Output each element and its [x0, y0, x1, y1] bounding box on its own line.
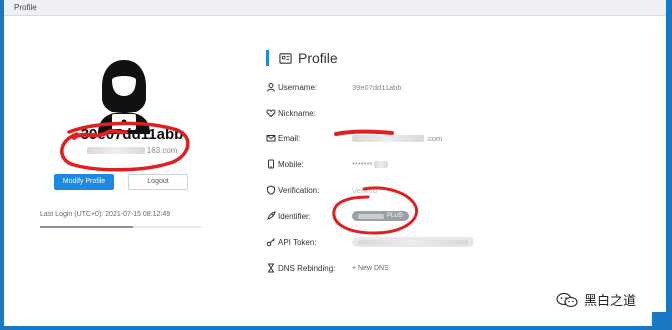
identifier-blur	[358, 213, 384, 219]
username-label: Username:	[278, 82, 318, 92]
mobile-label: Mobile:	[278, 159, 304, 169]
hacker-avatar	[98, 60, 150, 134]
hourglass-icon	[267, 263, 275, 273]
api-token-field[interactable]	[352, 237, 474, 247]
profile-email-suffix: 163.com	[146, 146, 178, 155]
last-login-text: Last Login (UTC+0): 2021-07-15 08:12:49	[40, 211, 171, 218]
shield-icon	[267, 185, 275, 195]
profile-email: 163.com	[62, 146, 202, 155]
modify-profile-button[interactable]: Modify Profile	[54, 174, 114, 190]
mail-icon	[266, 135, 276, 142]
username-value: 39e07dd11abb	[352, 82, 402, 92]
row-mobile: Mobile: *******	[266, 157, 389, 171]
row-api-token: API Token:	[266, 235, 474, 249]
section-accent-bar	[266, 50, 269, 66]
verification-label: Verification:	[278, 185, 320, 195]
dns-rebinding-label: DNS Rebinding:	[278, 263, 336, 273]
identifier-label: Identifier:	[278, 211, 311, 221]
id-card-icon	[279, 52, 292, 64]
row-email: Email: .com	[266, 131, 442, 145]
api-token-blur	[358, 239, 468, 245]
logout-button[interactable]: Logout	[128, 174, 188, 190]
api-token-label: API Token:	[278, 237, 317, 247]
nickname-label: Nickname:	[278, 108, 316, 118]
window-title: Profile	[14, 3, 37, 12]
identifier-badge: PLUS	[352, 211, 409, 221]
row-nickname: Nickname:	[266, 106, 352, 120]
corner-block	[652, 312, 666, 326]
section-header: Profile	[266, 50, 338, 66]
phone-icon	[268, 159, 274, 169]
row-username: Username: 39e07dd11abb	[266, 80, 402, 94]
watermark-text: 黑白之道	[584, 293, 637, 308]
mobile-value: *******	[352, 159, 373, 169]
heart-icon	[266, 109, 276, 118]
user-icon	[267, 83, 275, 92]
key-icon	[266, 238, 275, 247]
profile-progress-bar	[40, 226, 201, 228]
section-title: Profile	[298, 50, 338, 66]
new-dns-button[interactable]: + New DNS	[352, 265, 389, 272]
row-verification: Verification: Verified	[266, 183, 377, 197]
profile-username: 39e07dd11abb	[80, 126, 184, 143]
identifier-plus-label: PLUS	[387, 213, 403, 219]
email-value-blur	[352, 134, 424, 142]
row-identifier: Identifier: PLUS	[266, 209, 409, 223]
mobile-value-blur	[374, 160, 389, 168]
verification-value: Verified	[352, 185, 378, 195]
wechat-icon	[556, 292, 578, 307]
email-blur	[86, 147, 145, 155]
row-dns-rebinding: DNS Rebinding: + New DNS	[266, 261, 389, 275]
watermark: 黑白之道	[556, 290, 636, 309]
window-titlebar: Profile	[4, 0, 666, 16]
profile-progress-fill	[40, 226, 134, 228]
email-label: Email:	[278, 133, 301, 143]
email-value: .com	[426, 133, 443, 143]
rocket-icon	[267, 211, 276, 220]
